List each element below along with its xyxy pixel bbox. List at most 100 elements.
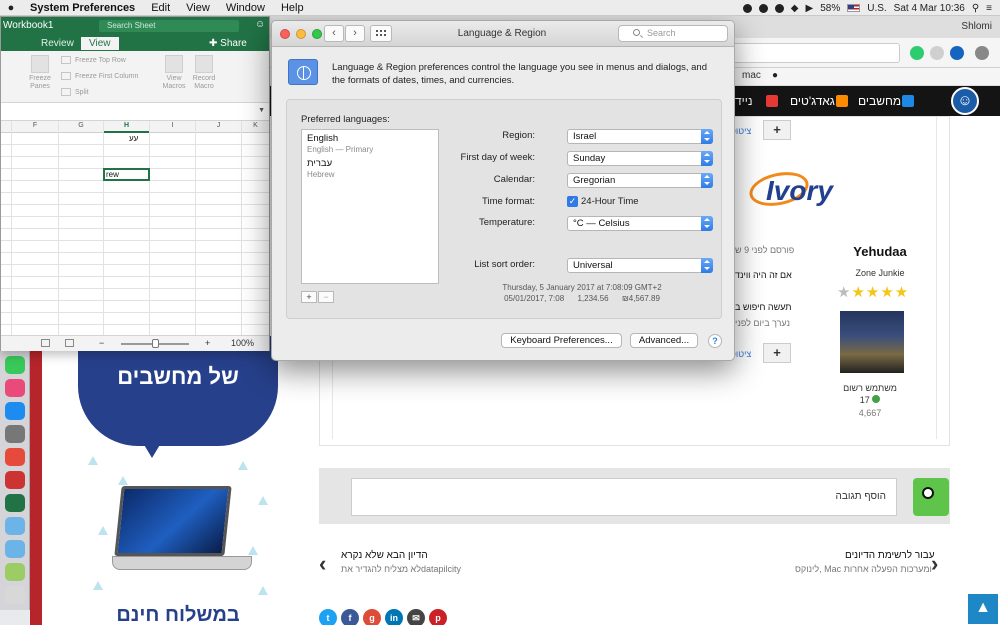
- folder-icon[interactable]: [5, 517, 25, 535]
- facebook-icon[interactable]: f: [341, 609, 359, 625]
- plus-button-top[interactable]: +: [763, 120, 791, 140]
- status-icon-1[interactable]: [742, 3, 752, 13]
- app-icon-green[interactable]: [5, 563, 25, 581]
- nav-computers[interactable]: מחשבים: [858, 94, 901, 108]
- menu-edit[interactable]: Edit: [143, 2, 178, 14]
- excel-icon[interactable]: [5, 494, 25, 512]
- language-item-hebrew[interactable]: עברית Hebrew: [307, 158, 335, 179]
- menu-help[interactable]: Help: [273, 2, 312, 14]
- chrome-icon[interactable]: [5, 448, 25, 466]
- apple-menu-icon[interactable]: ●: [0, 2, 22, 14]
- downloads-folder-icon[interactable]: [5, 540, 25, 558]
- plus-button-bottom[interactable]: +: [763, 343, 791, 363]
- excel-search-sheet[interactable]: Search Sheet: [99, 20, 239, 32]
- itunes-icon[interactable]: [5, 379, 25, 397]
- next-topic-sub[interactable]: לינוקס, Mac ומערכות הפעלה אחרות: [795, 564, 932, 574]
- minimize-button[interactable]: [296, 29, 306, 39]
- first-day-popup[interactable]: Sunday: [567, 151, 713, 166]
- next-topic-title[interactable]: עבור לרשימת הדיונים: [845, 550, 935, 561]
- formula-bar[interactable]: ▼: [1, 103, 269, 121]
- page-layout-view-icon[interactable]: [65, 339, 74, 347]
- column-i[interactable]: I: [149, 121, 195, 335]
- google-plus-icon[interactable]: g: [363, 609, 381, 625]
- smiley-icon[interactable]: ☺: [255, 19, 265, 30]
- split-button[interactable]: Split: [61, 88, 89, 96]
- zoom-in-button[interactable]: +: [205, 338, 210, 348]
- column-k[interactable]: K: [241, 121, 269, 335]
- extension-icon-gray[interactable]: [930, 46, 944, 60]
- forward-button[interactable]: ›: [345, 25, 365, 42]
- prev-topic-sub[interactable]: לא מצליח להגדיר אתdatapilcity: [341, 564, 461, 574]
- sheet-grid[interactable]: F G H I J K עע rew: [1, 121, 269, 335]
- help-button[interactable]: ?: [708, 334, 722, 348]
- ivory-logo[interactable]: Ivory: [744, 161, 884, 223]
- zoom-button[interactable]: [312, 29, 322, 39]
- tab-review[interactable]: Review: [33, 37, 82, 50]
- extension-icon-blue[interactable]: [950, 46, 964, 60]
- zoom-slider-knob[interactable]: [152, 339, 159, 348]
- zoom-level[interactable]: 100%: [231, 338, 254, 348]
- promo-banner[interactable]: של מחשבים במשלוח חינם: [78, 326, 278, 625]
- add-language-button[interactable]: +: [301, 291, 317, 303]
- twitter-icon[interactable]: t: [319, 609, 337, 625]
- freeze-panes-button[interactable]: Freeze Panes: [27, 55, 53, 91]
- prefs-search-field[interactable]: Search: [618, 25, 728, 42]
- scroll-to-top-button[interactable]: ▲: [968, 594, 998, 624]
- facetime-icon[interactable]: [5, 356, 25, 374]
- time-format-option[interactable]: 24-Hour Time: [581, 196, 639, 207]
- column-h[interactable]: H: [103, 121, 149, 335]
- close-button[interactable]: [280, 29, 290, 39]
- menu-window[interactable]: Window: [218, 2, 273, 14]
- column-header-j[interactable]: J: [196, 122, 241, 129]
- input-source[interactable]: U.S.: [867, 3, 886, 14]
- cell-hebrew[interactable]: עע: [129, 134, 138, 143]
- browser-user-name[interactable]: Shlomi: [961, 21, 992, 32]
- chevron-down-icon[interactable]: ▼: [258, 107, 265, 114]
- status-icon-2[interactable]: [758, 3, 768, 13]
- column-f[interactable]: F: [11, 121, 58, 335]
- column-header-f[interactable]: F: [12, 122, 58, 129]
- language-item-english[interactable]: English English — Primary: [307, 133, 373, 154]
- system-preferences-icon[interactable]: [5, 425, 25, 443]
- freeze-first-column-button[interactable]: Freeze First Column: [61, 72, 138, 80]
- author-name[interactable]: Yehudaa: [820, 244, 940, 259]
- share-button[interactable]: ✚ Share: [201, 37, 255, 50]
- column-j[interactable]: J: [195, 121, 241, 335]
- tab-view[interactable]: View: [81, 37, 119, 50]
- freeze-top-row-button[interactable]: Freeze Top Row: [61, 56, 126, 64]
- prev-topic-title[interactable]: הדיון הבא שלא נקרא: [341, 550, 428, 561]
- column-header-k[interactable]: K: [242, 122, 269, 129]
- trash-icon[interactable]: [5, 586, 25, 604]
- menu-view[interactable]: View: [178, 2, 218, 14]
- column-header-g[interactable]: G: [59, 122, 103, 129]
- email-icon[interactable]: ✉: [407, 609, 425, 625]
- app-store-icon[interactable]: [5, 402, 25, 420]
- normal-view-icon[interactable]: [41, 339, 50, 347]
- chevron-left-icon[interactable]: ‹: [319, 551, 326, 577]
- back-button[interactable]: ‹: [324, 25, 344, 42]
- record-macro-button[interactable]: Record Macro: [189, 55, 219, 91]
- cell-rew[interactable]: rew: [106, 170, 119, 179]
- notification-center-icon[interactable]: ≡: [986, 3, 992, 14]
- zoom-out-button[interactable]: −: [99, 338, 104, 348]
- region-popup[interactable]: Israel: [567, 129, 713, 144]
- time-format-checkbox[interactable]: ✓: [567, 196, 578, 207]
- accessibility-icon[interactable]: ☺: [951, 87, 979, 115]
- extension-icon-green[interactable]: [910, 46, 924, 60]
- apple-bookmark-icon[interactable]: ●: [772, 70, 778, 81]
- volume-icon[interactable]: ▶: [806, 3, 814, 14]
- keyboard-preferences-button[interactable]: Keyboard Preferences...: [501, 333, 622, 348]
- reply-input[interactable]: הוסף תגובה: [351, 478, 897, 516]
- browser-menu-icon[interactable]: [975, 46, 989, 60]
- menu-app-name[interactable]: System Preferences: [22, 2, 143, 14]
- wifi-icon[interactable]: ◆: [791, 3, 799, 14]
- status-icon-3[interactable]: [774, 3, 784, 13]
- pinterest-icon[interactable]: p: [429, 609, 447, 625]
- author-avatar[interactable]: [840, 311, 904, 373]
- preferred-languages-list[interactable]: English English — Primary עברית Hebrew: [301, 129, 439, 284]
- spotlight-icon[interactable]: ⚲: [972, 3, 979, 14]
- column-header-i[interactable]: I: [150, 122, 195, 129]
- show-all-button[interactable]: [370, 25, 392, 42]
- column-header-h[interactable]: H: [104, 122, 149, 133]
- calendar-popup[interactable]: Gregorian: [567, 173, 713, 188]
